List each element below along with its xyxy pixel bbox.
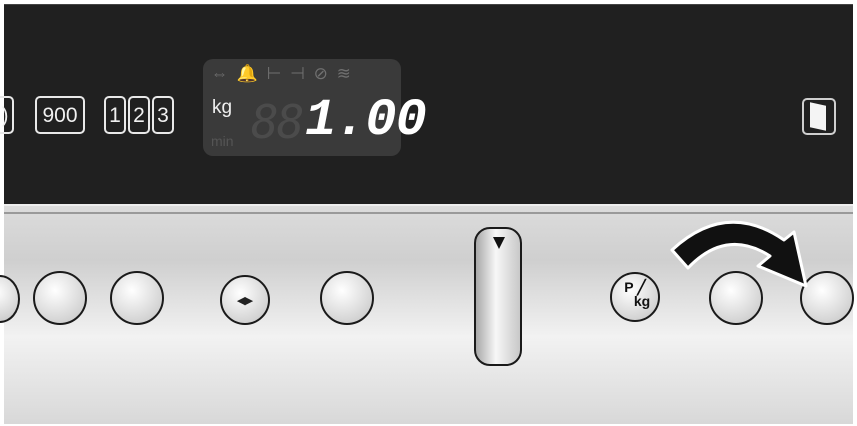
dial-indicator-icon xyxy=(493,237,505,249)
option-digit-1: 1 xyxy=(109,104,121,127)
round-button-2[interactable] xyxy=(110,271,164,325)
option-button-2[interactable]: 2 xyxy=(128,96,150,134)
round-button-1[interactable] xyxy=(33,271,87,325)
partial-button-label: ) xyxy=(1,104,9,127)
pkg-label-top: P xyxy=(624,279,634,295)
lcd-unit-kg: kg xyxy=(212,97,233,118)
option-digit-3: 3 xyxy=(157,104,169,127)
left-right-arrows-icon: ◂▸ xyxy=(237,292,253,309)
lcd-value: 1.00 xyxy=(305,91,427,150)
lcd-ghost-digits: 88 xyxy=(251,95,304,149)
arrows-button[interactable]: ◂▸ xyxy=(220,275,270,325)
spin-speed-button[interactable]: 900 xyxy=(35,96,85,134)
partial-button[interactable]: ) xyxy=(0,96,14,134)
program-dial[interactable] xyxy=(474,227,522,366)
option-button-1[interactable]: 1 xyxy=(104,96,126,134)
round-button-3[interactable] xyxy=(320,271,374,325)
display-bar: ) 900 1 2 3 ⇔ 🔔 ⊢ ⊣ ⊘ ≋ kg min 88 1.00 xyxy=(0,4,853,204)
lcd-unit-min: min xyxy=(211,133,234,149)
curved-arrow-icon xyxy=(670,220,808,288)
door-icon-panel xyxy=(810,102,826,131)
pkg-label-bottom: kg xyxy=(633,293,651,309)
spin-speed-label: 900 xyxy=(42,104,78,127)
option-button-3[interactable]: 3 xyxy=(152,96,174,134)
appliance-control-panel: ) 900 1 2 3 ⇔ 🔔 ⊢ ⊣ ⊘ ≋ kg min 88 1.00 ◂… xyxy=(0,0,857,426)
lcd-status-icons: ⇔ 🔔 ⊢ ⊣ ⊘ ≋ xyxy=(211,64,353,83)
pkg-label: P ╱ kg xyxy=(612,280,658,308)
option-digit-2: 2 xyxy=(133,104,145,127)
lcd-display: ⇔ 🔔 ⊢ ⊣ ⊘ ≋ kg min 88 1.00 xyxy=(203,59,427,156)
door-icon xyxy=(802,98,836,135)
